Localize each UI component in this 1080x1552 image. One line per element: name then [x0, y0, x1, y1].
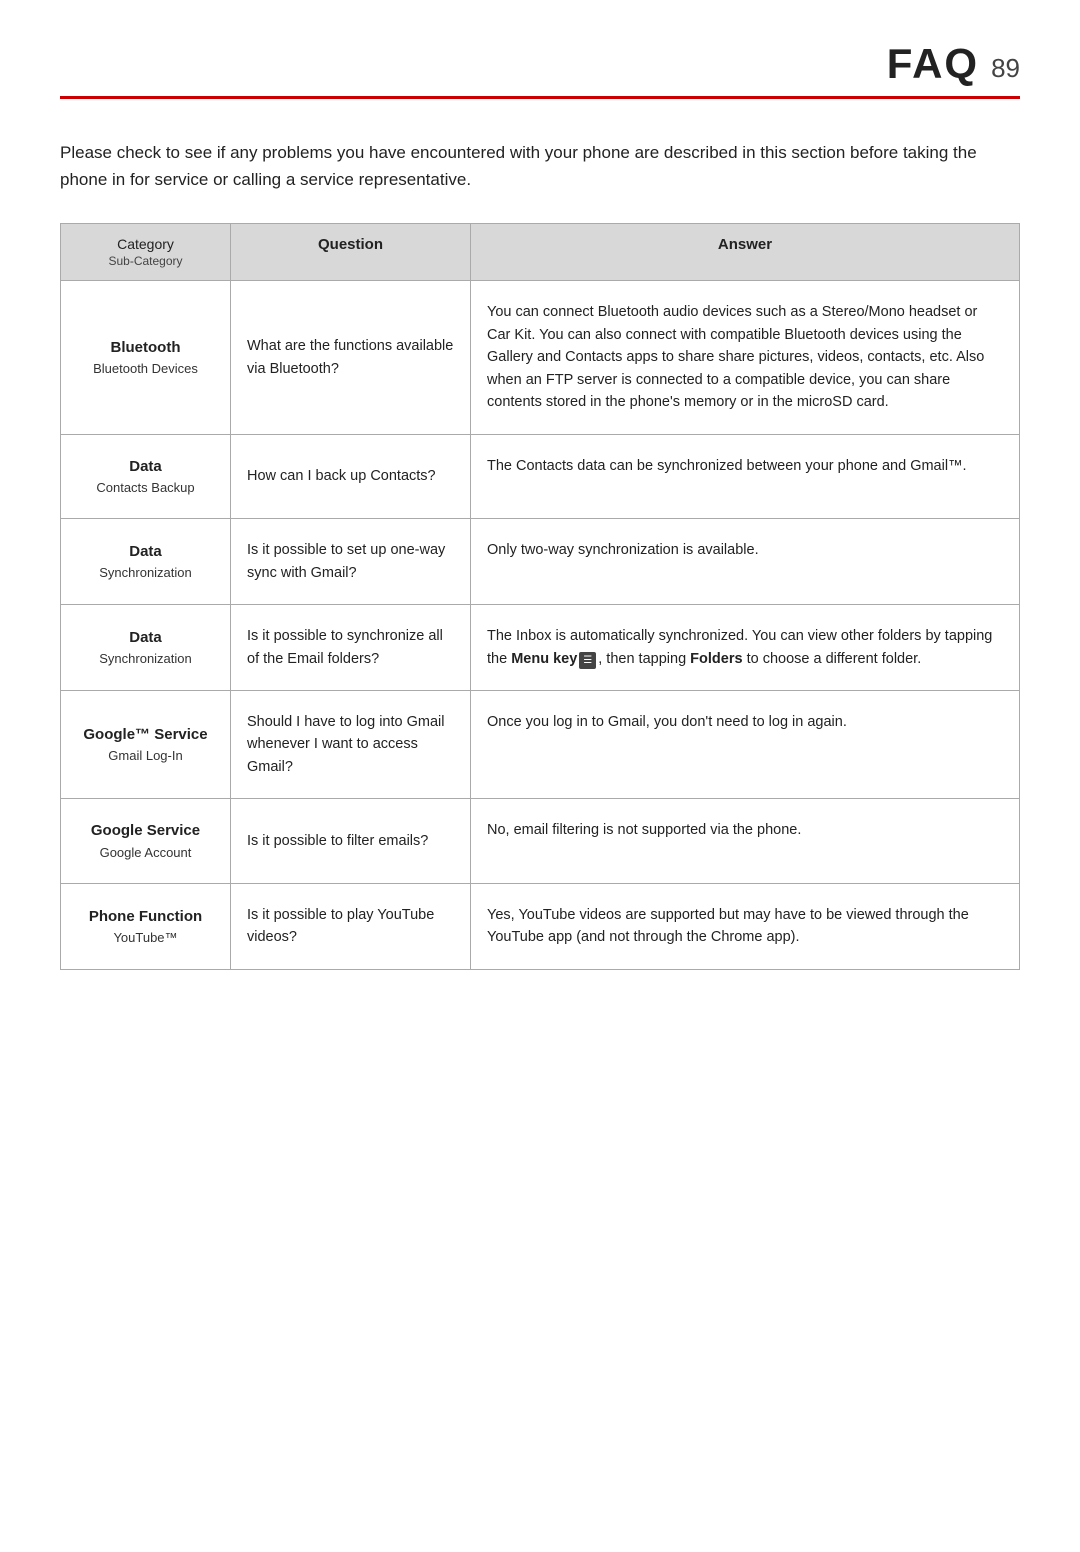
table-body: BluetoothBluetooth DevicesWhat are the f…	[61, 281, 1020, 969]
table-row: Phone FunctionYouTube™Is it possible to …	[61, 883, 1020, 969]
answer-cell: You can connect Bluetooth audio devices …	[471, 281, 1020, 434]
question-cell: Should I have to log into Gmail whenever…	[231, 690, 471, 798]
answer-cell: Once you log in to Gmail, you don't need…	[471, 690, 1020, 798]
cat-sub: Synchronization	[77, 563, 214, 583]
question-cell: Is it possible to set up one-way sync wi…	[231, 519, 471, 605]
cat-sub: Synchronization	[77, 649, 214, 669]
answer-cell: The Inbox is automatically synchronized.…	[471, 605, 1020, 691]
answer-cell: Only two-way synchronization is availabl…	[471, 519, 1020, 605]
cat-sub: Bluetooth Devices	[77, 359, 214, 379]
question-cell: Is it possible to synchronize all of the…	[231, 605, 471, 691]
col-header-question: Question	[231, 224, 471, 281]
category-cell: BluetoothBluetooth Devices	[61, 281, 231, 434]
table-row: DataContacts BackupHow can I back up Con…	[61, 434, 1020, 518]
cat-main: Data	[77, 455, 214, 478]
table-row: Google ServiceGoogle AccountIs it possib…	[61, 799, 1020, 883]
answer-cell: The Contacts data can be synchronized be…	[471, 434, 1020, 518]
page-header: FAQ 89	[60, 40, 1020, 99]
question-cell: Is it possible to filter emails?	[231, 799, 471, 883]
cat-main: Data	[77, 626, 214, 649]
question-cell: How can I back up Contacts?	[231, 434, 471, 518]
cat-sub: Contacts Backup	[77, 478, 214, 498]
answer-cell: Yes, YouTube videos are supported but ma…	[471, 883, 1020, 969]
col-category-main: Category	[117, 236, 174, 252]
page-number: 89	[991, 53, 1020, 84]
table-row: DataSynchronizationIs it possible to syn…	[61, 605, 1020, 691]
menu-key-icon: ☰	[579, 652, 596, 670]
cat-main: Data	[77, 540, 214, 563]
category-cell: DataContacts Backup	[61, 434, 231, 518]
cat-sub: Gmail Log-In	[77, 746, 214, 766]
category-cell: DataSynchronization	[61, 519, 231, 605]
cat-sub: YouTube™	[77, 928, 214, 948]
cat-main: Google Service	[77, 819, 214, 842]
cat-main: Bluetooth	[77, 336, 214, 359]
page: FAQ 89 Please check to see if any proble…	[0, 0, 1080, 1552]
cat-main: Google™ Service	[77, 723, 214, 746]
menu-key-label: Menu key	[511, 651, 577, 667]
col-header-answer: Answer	[471, 224, 1020, 281]
faq-table: Category Sub-Category Question Answer Bl…	[60, 223, 1020, 969]
col-category-sub: Sub-Category	[108, 254, 182, 268]
table-row: BluetoothBluetooth DevicesWhat are the f…	[61, 281, 1020, 434]
cat-sub: Google Account	[77, 843, 214, 863]
category-cell: Google ServiceGoogle Account	[61, 799, 231, 883]
answer-cell: No, email filtering is not supported via…	[471, 799, 1020, 883]
col-header-category: Category Sub-Category	[61, 224, 231, 281]
page-title: FAQ	[887, 40, 979, 88]
cat-main: Phone Function	[77, 905, 214, 928]
folders-label: Folders	[690, 651, 742, 667]
category-cell: Phone FunctionYouTube™	[61, 883, 231, 969]
intro-paragraph: Please check to see if any problems you …	[60, 139, 1020, 193]
table-header-row: Category Sub-Category Question Answer	[61, 224, 1020, 281]
question-cell: Is it possible to play YouTube videos?	[231, 883, 471, 969]
question-cell: What are the functions available via Blu…	[231, 281, 471, 434]
category-cell: Google™ ServiceGmail Log-In	[61, 690, 231, 798]
table-row: Google™ ServiceGmail Log-InShould I have…	[61, 690, 1020, 798]
category-cell: DataSynchronization	[61, 605, 231, 691]
table-row: DataSynchronizationIs it possible to set…	[61, 519, 1020, 605]
